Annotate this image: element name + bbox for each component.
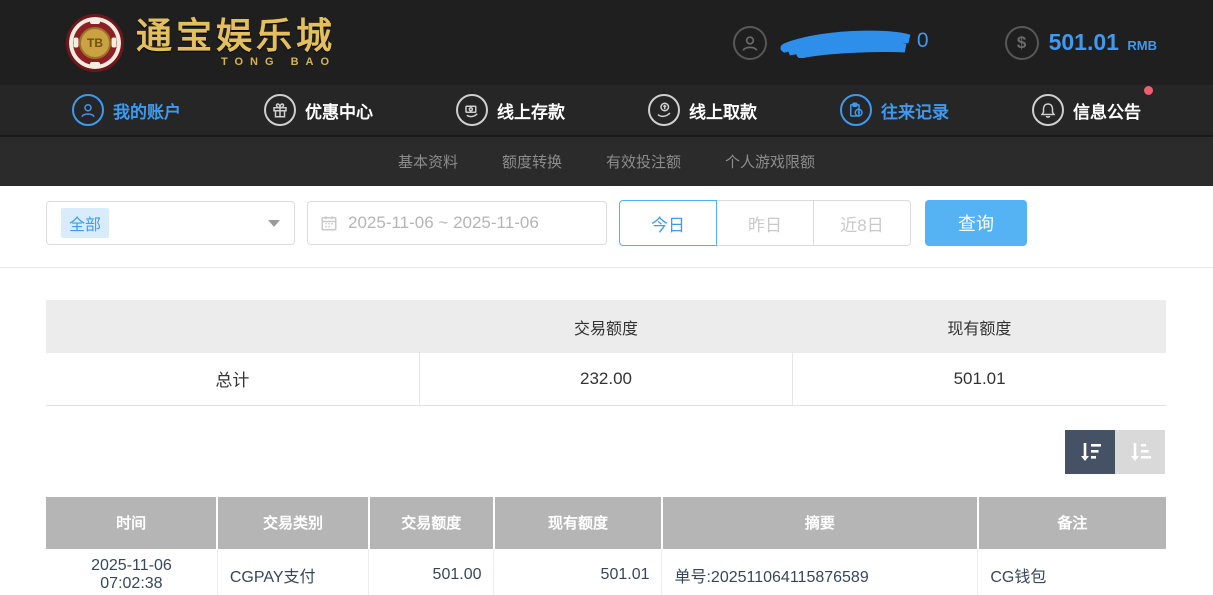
summary-header-empty xyxy=(46,300,419,353)
sort-descending-button[interactable] xyxy=(1065,430,1115,474)
transaction-type-select[interactable]: 全部 xyxy=(46,201,295,245)
records-header-note: 备注 xyxy=(978,497,1166,549)
nav-item-online-deposit[interactable]: 线上存款 xyxy=(456,94,565,126)
records-header-memo: 摘要 xyxy=(662,497,978,549)
sort-ascending-button[interactable] xyxy=(1115,430,1165,474)
records-header-type: 交易类别 xyxy=(217,497,368,549)
user-icon xyxy=(733,26,767,60)
summary-header-balance: 现有额度 xyxy=(793,300,1166,353)
record-time: 2025-11-06 07:02:38 xyxy=(46,549,217,595)
filter-section: 全部 2025-11-06 ~ 2025-11-06 今日 昨日 近8日 查询 xyxy=(0,186,1213,268)
brand-subtitle: TONG BAO xyxy=(136,56,336,68)
sort-ascending-icon xyxy=(1127,439,1153,465)
top-header: TB 通宝娱乐城 TONG BAO 0 $ 501.01 xyxy=(0,0,1213,85)
subnav-item-valid-bets[interactable]: 有效投注额 xyxy=(606,151,681,172)
quick-range-group: 今日 昨日 近8日 xyxy=(619,200,911,246)
records-clipboard-icon xyxy=(840,94,872,126)
dollar-coin-icon: $ xyxy=(1005,26,1039,60)
notification-dot xyxy=(1144,86,1153,95)
records-header-time: 时间 xyxy=(46,497,217,549)
nav-item-announcements[interactable]: 信息公告 xyxy=(1032,94,1141,126)
subnav-item-quota-transfer[interactable]: 额度转换 xyxy=(502,151,562,172)
balance-currency: RMB xyxy=(1127,38,1157,53)
record-balance: 501.01 xyxy=(494,549,662,595)
balance-amount: 501.01 xyxy=(1049,29,1119,55)
date-range-value: 2025-11-06 ~ 2025-11-06 xyxy=(348,213,539,233)
deposit-money-icon xyxy=(456,94,488,126)
summary-header-row: 交易额度 现有额度 xyxy=(46,300,1166,353)
chip-tb-label: TB xyxy=(79,27,111,59)
sort-controls xyxy=(48,430,1165,474)
search-button[interactable]: 查询 xyxy=(925,200,1027,246)
summary-header-turnover: 交易额度 xyxy=(419,300,792,353)
brand-logo[interactable]: TB 通宝娱乐城 TONG BAO xyxy=(66,14,336,72)
chevron-down-icon xyxy=(268,220,280,227)
summary-total-label: 总计 xyxy=(46,353,419,405)
record-type: CGPAY支付 xyxy=(217,549,368,595)
withdraw-money-icon xyxy=(648,94,680,126)
summary-total-row: 总计 232.00 501.01 xyxy=(46,353,1166,405)
records-header-row: 时间 交易类别 交易额度 现有额度 摘要 备注 xyxy=(46,497,1166,549)
nav-item-promotions[interactable]: 优惠中心 xyxy=(264,94,373,126)
username-redacted: 0 xyxy=(777,28,927,58)
quick-range-last8days-button[interactable]: 近8日 xyxy=(813,200,911,246)
redaction-scribble-icon xyxy=(777,30,927,58)
records-header-balance: 现有额度 xyxy=(494,497,662,549)
brand-title: 通宝娱乐城 xyxy=(136,18,336,54)
gift-icon xyxy=(264,94,296,126)
records-header-amount: 交易额度 xyxy=(369,497,494,549)
user-account-summary[interactable]: 0 xyxy=(733,26,927,60)
calendar-icon xyxy=(320,214,338,232)
summary-table: 交易额度 现有额度 总计 232.00 501.01 xyxy=(46,300,1166,406)
record-memo: 单号:202511064115876589 xyxy=(662,549,978,595)
table-row: 2025-11-06 07:02:38 CGPAY支付 501.00 501.0… xyxy=(46,549,1166,595)
sub-nav: 基本资料 额度转换 有效投注额 个人游戏限额 xyxy=(0,137,1213,186)
quick-range-yesterday-button[interactable]: 昨日 xyxy=(716,200,814,246)
bell-icon xyxy=(1032,94,1064,126)
nav-item-transaction-records[interactable]: 往来记录 xyxy=(840,94,949,126)
casino-chip-icon: TB xyxy=(66,14,124,72)
account-person-icon xyxy=(72,94,104,126)
summary-balance-value: 501.01 xyxy=(793,353,1166,405)
sort-descending-icon xyxy=(1077,439,1103,465)
nav-item-my-account[interactable]: 我的账户 xyxy=(72,94,181,126)
record-note: CG钱包 xyxy=(978,549,1166,595)
summary-turnover-value: 232.00 xyxy=(419,353,792,405)
selected-type-chip: 全部 xyxy=(61,208,109,238)
quick-range-today-button[interactable]: 今日 xyxy=(619,200,717,246)
main-nav: 我的账户 优惠中心 线上存款 线上取款 xyxy=(0,85,1213,137)
subnav-item-basic-info[interactable]: 基本资料 xyxy=(398,151,458,172)
nav-item-online-withdrawal[interactable]: 线上取款 xyxy=(648,94,757,126)
records-table: 时间 交易类别 交易额度 现有额度 摘要 备注 2025-11-06 07:02… xyxy=(46,497,1166,595)
date-range-input[interactable]: 2025-11-06 ~ 2025-11-06 xyxy=(307,201,607,245)
record-amount: 501.00 xyxy=(369,549,494,595)
wallet-balance[interactable]: $ 501.01 RMB xyxy=(1005,26,1157,60)
subnav-item-personal-game-limit[interactable]: 个人游戏限额 xyxy=(725,151,815,172)
